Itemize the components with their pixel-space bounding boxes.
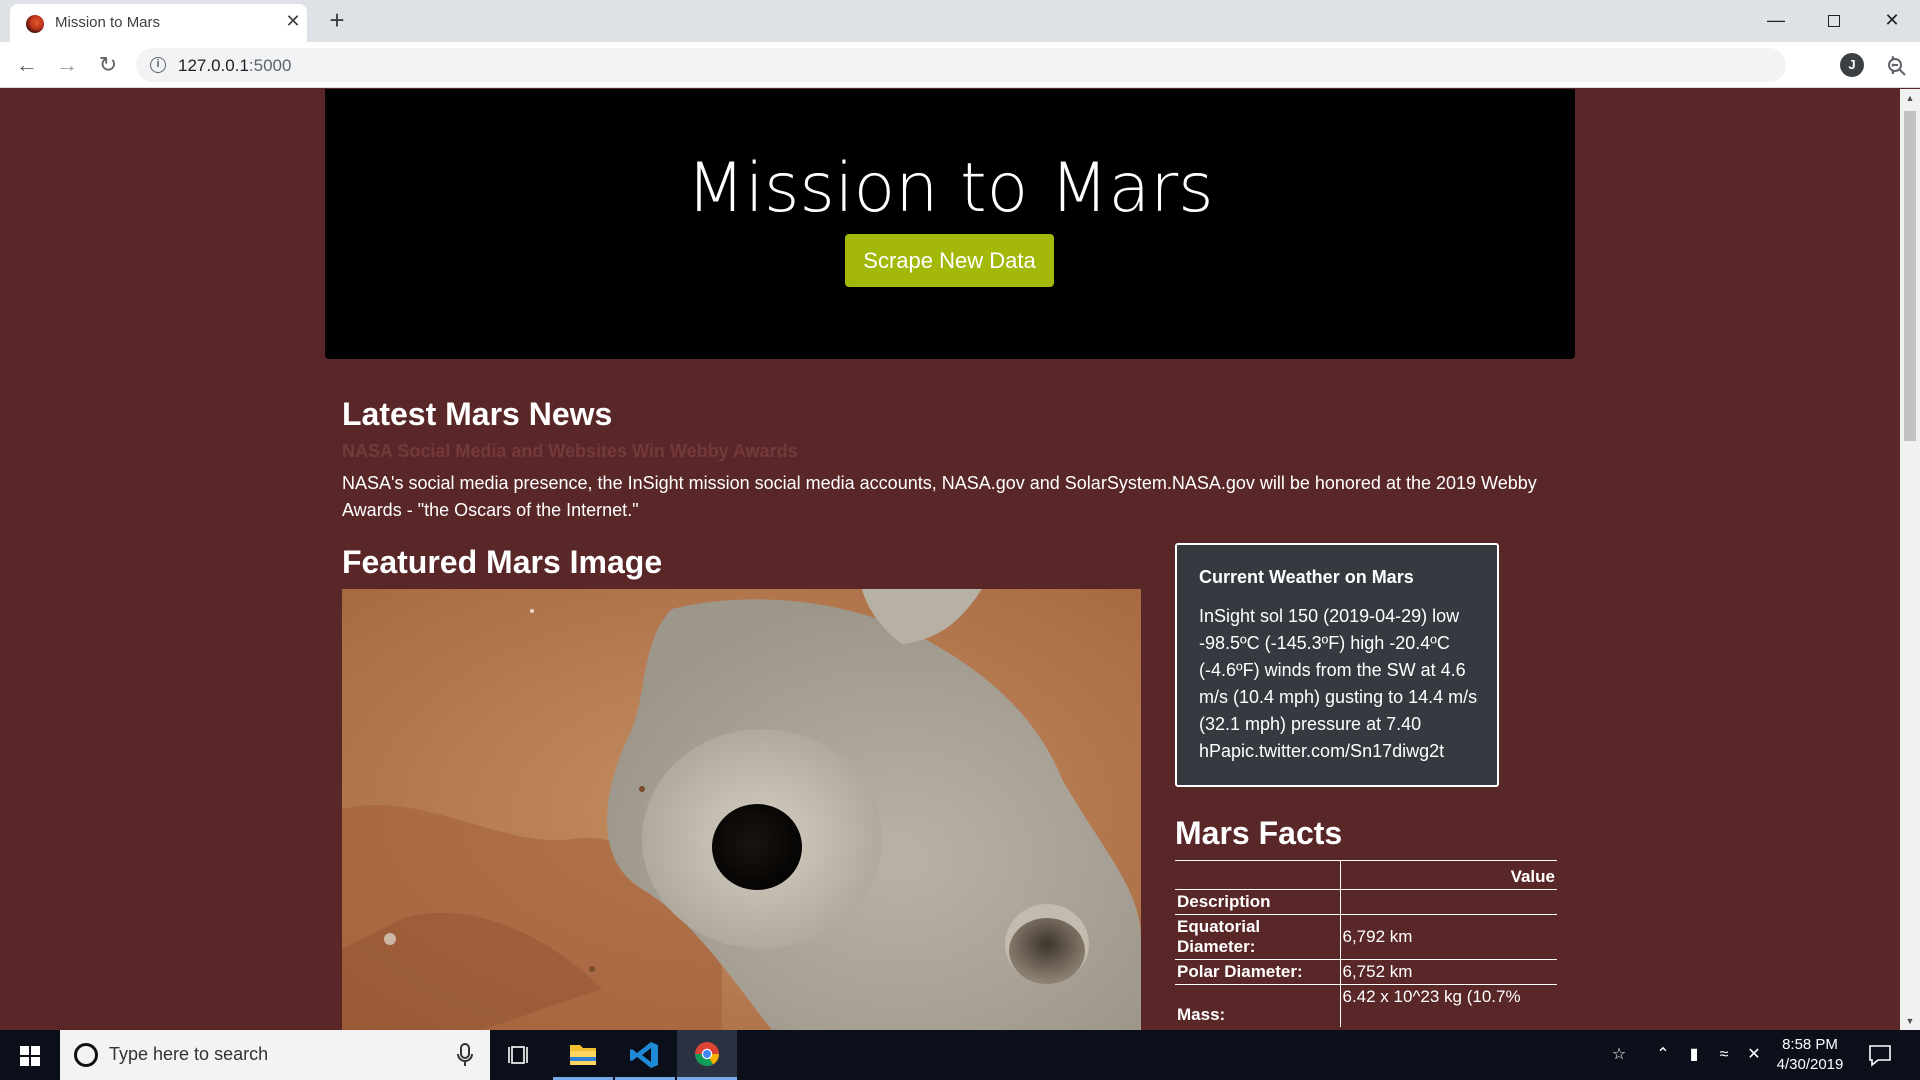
browser-tab-strip: Mission to Mars ✕ + — ✕ <box>0 0 1920 42</box>
wifi-icon[interactable]: ≈ <box>1712 1044 1736 1066</box>
table-row: Polar Diameter: 6,752 km <box>1175 959 1557 985</box>
fact-value: 6,752 km <box>1339 959 1557 985</box>
browser-tab[interactable]: Mission to Mars ✕ <box>10 4 307 42</box>
microphone-icon[interactable] <box>454 1042 476 1068</box>
fact-label: Description <box>1175 889 1340 915</box>
chevron-up-icon[interactable]: ⌃ <box>1651 1044 1675 1066</box>
page-viewport: Mission to Mars Scrape New Data Latest M… <box>0 89 1900 1030</box>
table-row: Mass: 6.42 x 10^23 kg (10.7% <box>1175 984 1557 1027</box>
page-scrollbar[interactable]: ▲ ▼ <box>1900 89 1920 1030</box>
start-button[interactable] <box>0 1030 58 1080</box>
mars-facts-table: Value Description Equatorial Diameter: 6… <box>1175 860 1557 1027</box>
chrome-icon <box>695 1042 719 1067</box>
profile-avatar[interactable]: J <box>1840 53 1864 77</box>
featured-mars-image <box>342 589 1141 1030</box>
scroll-thumb[interactable] <box>1904 111 1916 441</box>
tab-title: Mission to Mars <box>55 14 161 31</box>
fact-value: 6,792 km <box>1339 914 1557 960</box>
close-tab-icon[interactable]: ✕ <box>282 10 304 32</box>
mars-facts-heading: Mars Facts <box>1175 815 1343 851</box>
fact-label: Equatorial Diameter: <box>1175 914 1340 960</box>
weather-text: InSight sol 150 (2019-04-29) low -98.5ºC… <box>1199 606 1478 761</box>
browser-toolbar: ← → ↻ i 127.0.0.1:5000 ☆ J ⋮ <box>0 42 1920 88</box>
page-title: Mission to Mars <box>686 149 1214 228</box>
fact-label: Mass: <box>1175 984 1340 1027</box>
file-explorer-button[interactable] <box>553 1030 613 1080</box>
weather-title: Current Weather on Mars <box>1199 567 1414 587</box>
taskbar-clock[interactable]: 8:58 PM 4/30/2019 <box>1760 1035 1860 1075</box>
url-text[interactable]: 127.0.0.1:5000 <box>178 56 291 76</box>
search-placeholder: Type here to search <box>109 1044 269 1064</box>
facts-header-row: Value <box>1175 860 1557 890</box>
people-icon[interactable]: ☆ <box>1607 1044 1631 1066</box>
restore-button[interactable] <box>1806 2 1862 38</box>
back-arrow-icon[interactable]: ← <box>11 49 43 81</box>
facts-header-blank <box>1175 860 1340 890</box>
scrape-new-data-button[interactable]: Scrape New Data <box>845 234 1054 287</box>
fact-label: Polar Diameter: <box>1175 959 1340 985</box>
table-row: Description <box>1175 889 1557 915</box>
windows-taskbar: Type here to search ☆ ⌃ ▮ ≈ ✕ 8:58 PM 4/… <box>0 1030 1920 1080</box>
scroll-down-arrow-icon[interactable]: ▼ <box>1900 1012 1920 1030</box>
address-bar[interactable]: i 127.0.0.1:5000 ☆ <box>136 48 1906 82</box>
latest-news-heading: Latest Mars News <box>342 396 613 432</box>
task-view-icon <box>508 1046 528 1064</box>
forward-arrow-icon[interactable]: → <box>51 49 83 81</box>
clock-time: 8:58 PM <box>1782 1036 1838 1053</box>
fact-value <box>1339 889 1557 915</box>
new-tab-button[interactable]: + <box>325 6 349 34</box>
windows-logo-icon <box>20 1046 40 1066</box>
reload-icon[interactable]: ↻ <box>92 49 124 81</box>
fact-value: 6.42 x 10^23 kg (10.7% <box>1339 984 1557 1027</box>
minimize-button[interactable]: — <box>1748 2 1804 38</box>
clock-date: 4/30/2019 <box>1776 1056 1844 1073</box>
task-view-button[interactable] <box>490 1030 550 1080</box>
battery-icon[interactable]: ▮ <box>1682 1044 1706 1066</box>
close-window-button[interactable]: ✕ <box>1864 2 1920 38</box>
weather-card: Current Weather on Mars InSight sol 150 … <box>1175 543 1499 787</box>
taskbar-search-box[interactable]: Type here to search <box>60 1030 490 1080</box>
site-info-icon[interactable]: i <box>150 57 166 73</box>
news-headline: NASA Social Media and Websites Win Webby… <box>342 441 798 461</box>
cortana-icon <box>74 1043 98 1067</box>
browser-menu-icon[interactable]: ⋮ <box>1880 50 1906 80</box>
table-row: Equatorial Diameter: 6,792 km <box>1175 914 1557 960</box>
featured-image-heading: Featured Mars Image <box>342 544 663 580</box>
folder-icon <box>570 1045 596 1065</box>
mars-favicon-icon <box>26 15 44 33</box>
chrome-button[interactable] <box>677 1030 737 1080</box>
scroll-up-arrow-icon[interactable]: ▲ <box>1900 89 1920 107</box>
vscode-button[interactable] <box>615 1030 675 1080</box>
action-center-icon[interactable] <box>1866 1042 1894 1068</box>
facts-value-header: Value <box>1339 860 1557 890</box>
jumbotron-header: Mission to Mars Scrape New Data <box>325 89 1575 359</box>
news-paragraph: NASA's social media presence, the InSigh… <box>342 473 1537 520</box>
vscode-icon <box>630 1042 658 1068</box>
